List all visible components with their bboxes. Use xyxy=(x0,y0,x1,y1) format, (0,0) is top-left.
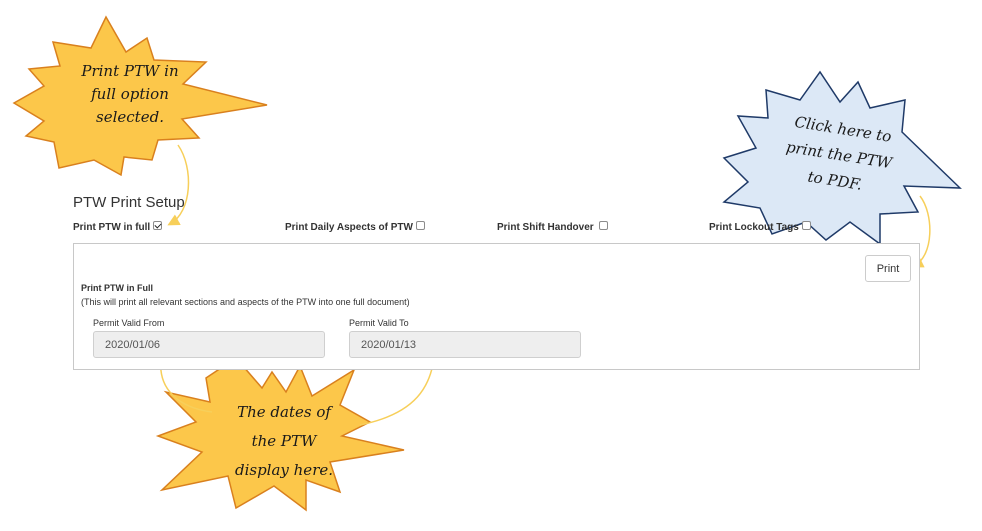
print-button[interactable]: Print xyxy=(865,255,911,282)
option-print-lockout-tags[interactable]: Print Lockout Tags xyxy=(709,221,811,233)
checkbox-print-daily[interactable] xyxy=(415,221,425,230)
checkbox-print-shift-handover[interactable] xyxy=(598,221,608,230)
checkbox-print-full[interactable] xyxy=(153,221,163,230)
valid-from-field[interactable] xyxy=(93,331,325,358)
section-title: Print PTW in Full xyxy=(81,283,153,293)
valid-to-field[interactable] xyxy=(349,331,581,358)
callout-dates-text: The dates of the PTW display here. xyxy=(234,403,334,479)
option-print-shift-handover[interactable]: Print Shift Handover xyxy=(497,221,608,233)
valid-to-label: Permit Valid To xyxy=(349,318,409,328)
print-full-panel: Print Print PTW in Full (This will print… xyxy=(73,243,920,370)
option-print-daily[interactable]: Print Daily Aspects of PTW xyxy=(285,221,425,233)
page-title: PTW Print Setup xyxy=(73,194,185,211)
callout-full-option-text: Print PTW in full option selected. xyxy=(81,62,179,126)
checkbox-print-lockout-tags[interactable] xyxy=(801,221,811,230)
valid-from-label: Permit Valid From xyxy=(93,318,165,328)
option-print-full[interactable]: Print PTW in full xyxy=(73,221,163,233)
section-description: (This will print all relevant sections a… xyxy=(81,297,410,307)
arrow-to-full-checkbox xyxy=(167,144,190,226)
